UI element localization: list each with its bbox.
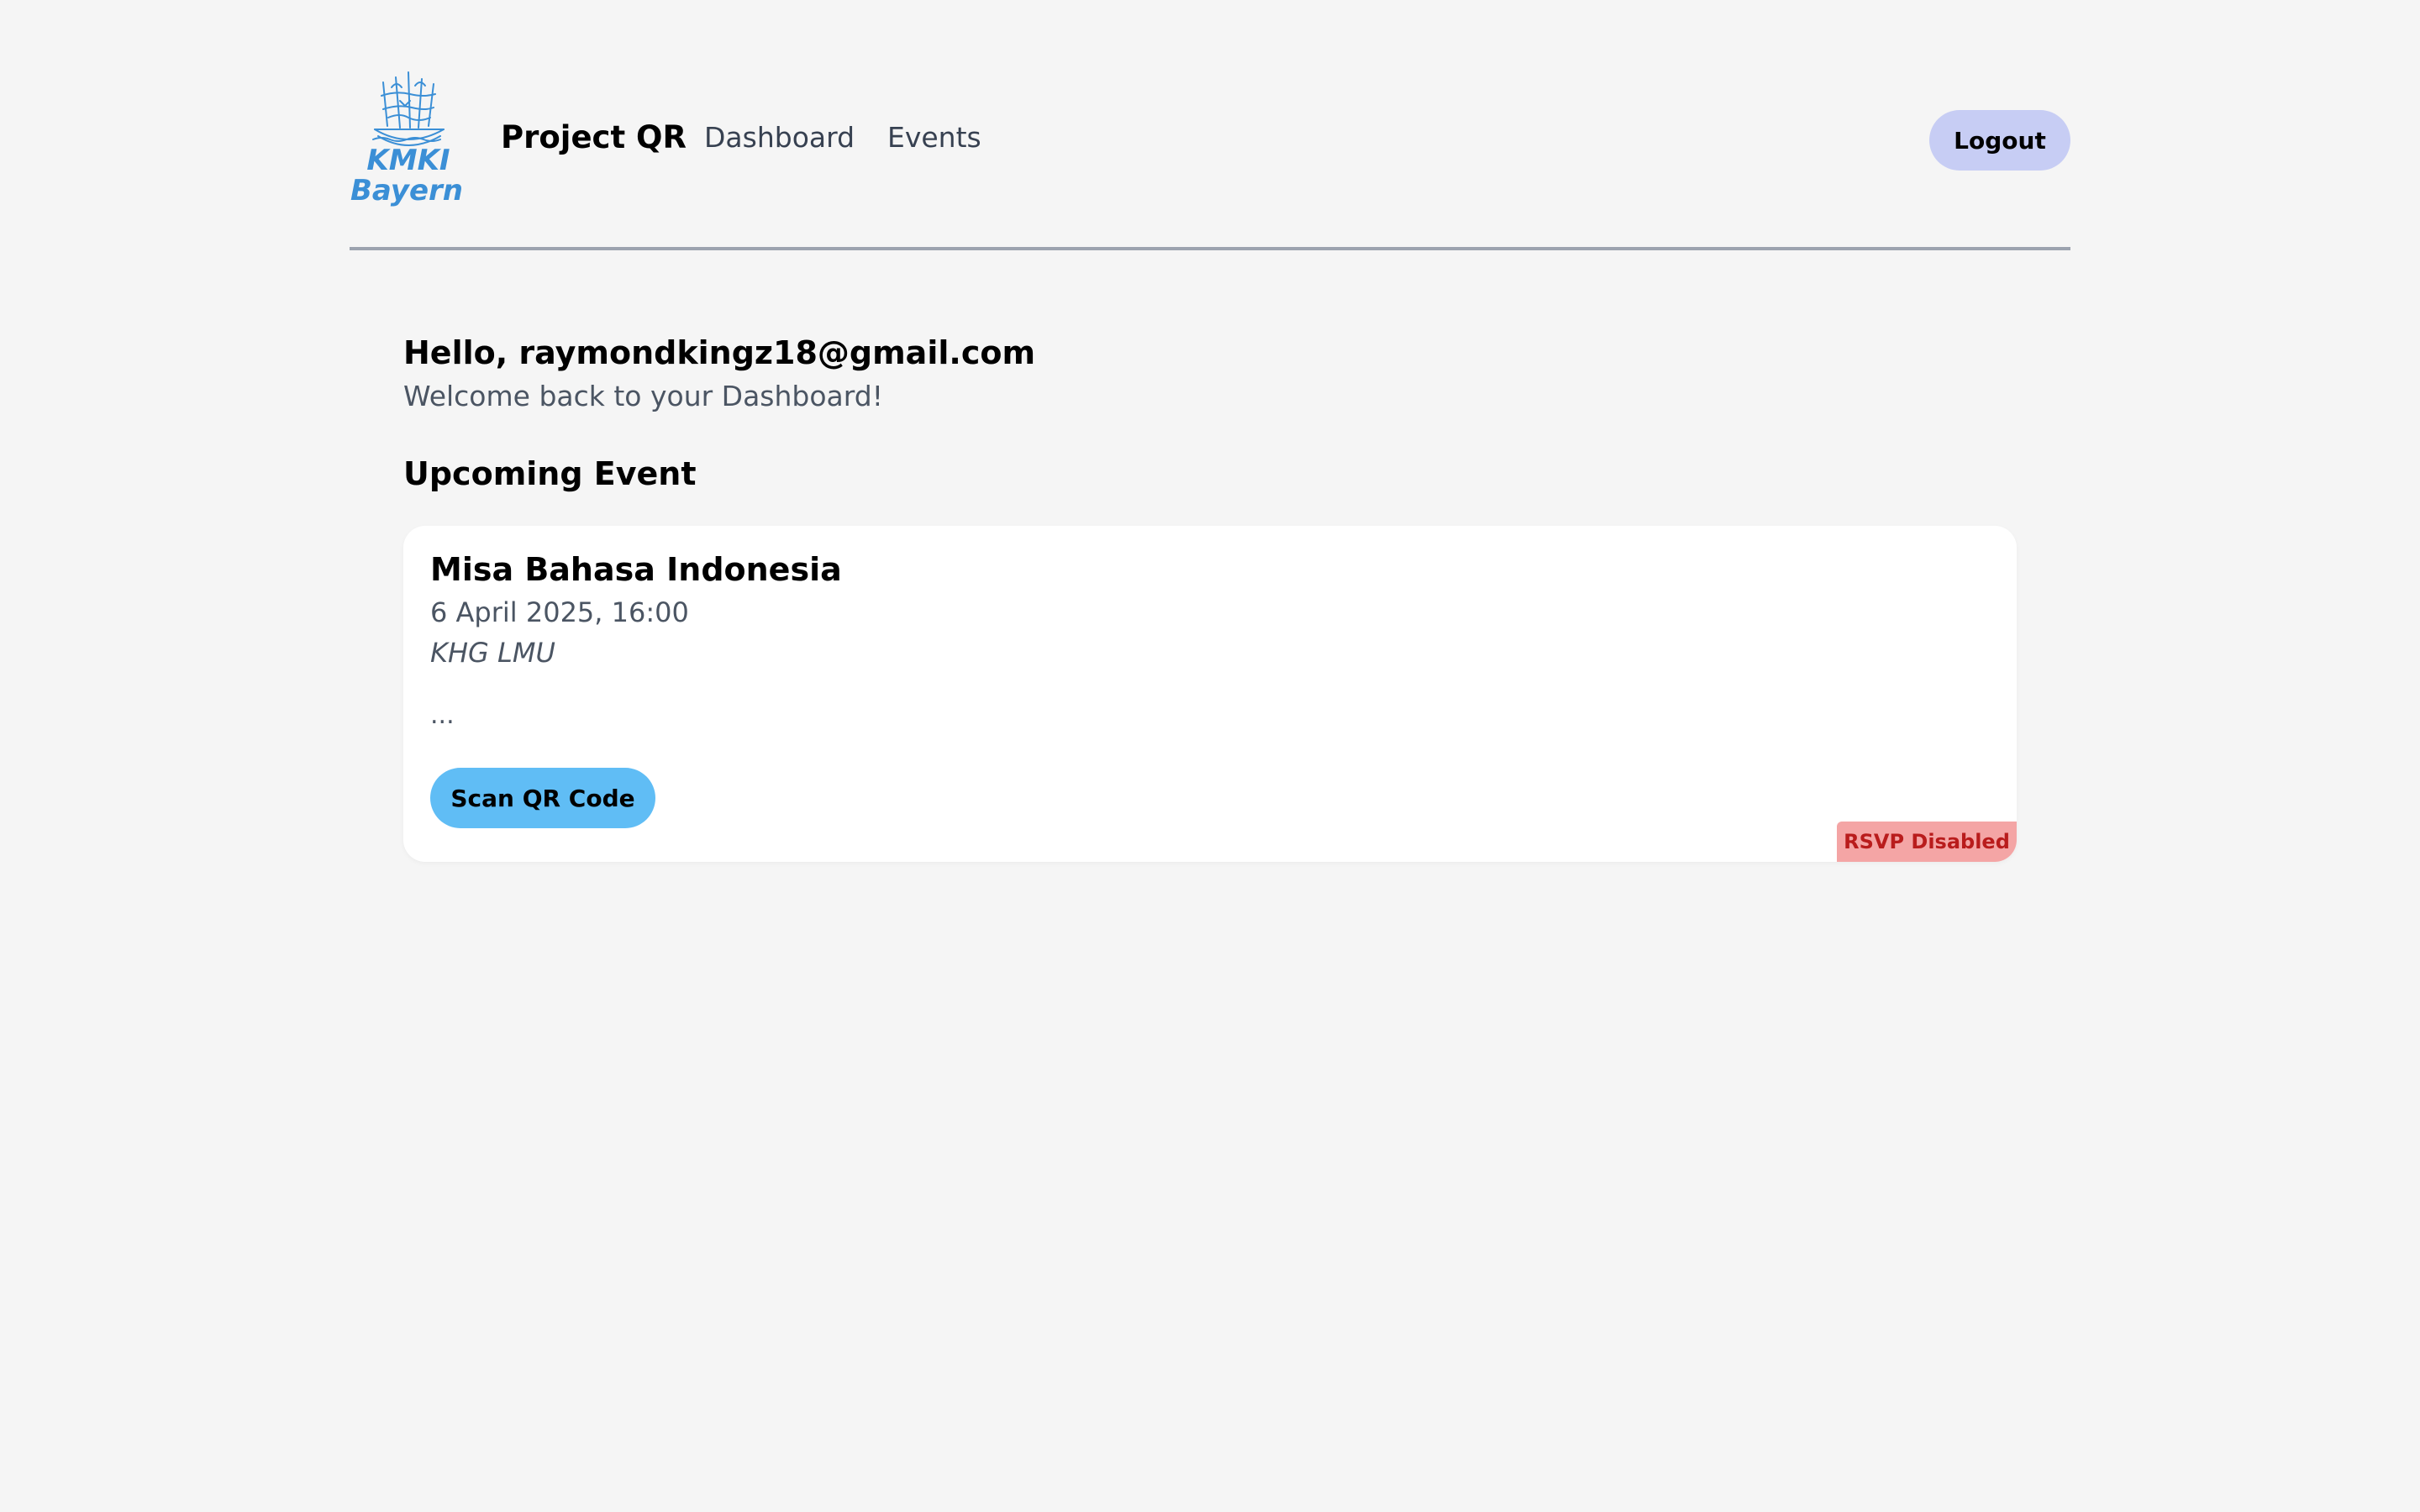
kmki-bayern-logo[interactable]: KMKI Bayern xyxy=(350,67,467,208)
brand-title[interactable]: Project QR xyxy=(501,119,687,155)
nav-events-link[interactable]: Events xyxy=(887,121,981,154)
nav-dashboard-link[interactable]: Dashboard xyxy=(704,121,855,154)
rsvp-status-badge: RSVP Disabled xyxy=(1837,822,2017,862)
welcome-text: Welcome back to your Dashboard! xyxy=(403,380,883,412)
logout-button[interactable]: Logout xyxy=(1929,110,2070,171)
upcoming-event-heading: Upcoming Event xyxy=(403,455,697,492)
logo-text-top: KMKI xyxy=(366,144,450,177)
top-navigation: KMKI Bayern Project QR Dashboard Events … xyxy=(350,60,2070,250)
event-title: Misa Bahasa Indonesia xyxy=(430,551,842,588)
event-card: Misa Bahasa Indonesia 6 April 2025, 16:0… xyxy=(403,526,2017,862)
event-location: KHG LMU xyxy=(430,637,555,669)
event-description: ... xyxy=(430,701,455,730)
logo-text-bottom: Bayern xyxy=(350,174,463,207)
greeting-heading: Hello, raymondkingz18@gmail.com xyxy=(403,334,1036,371)
event-date: 6 April 2025, 16:00 xyxy=(430,596,689,628)
scan-qr-code-button[interactable]: Scan QR Code xyxy=(430,768,655,828)
